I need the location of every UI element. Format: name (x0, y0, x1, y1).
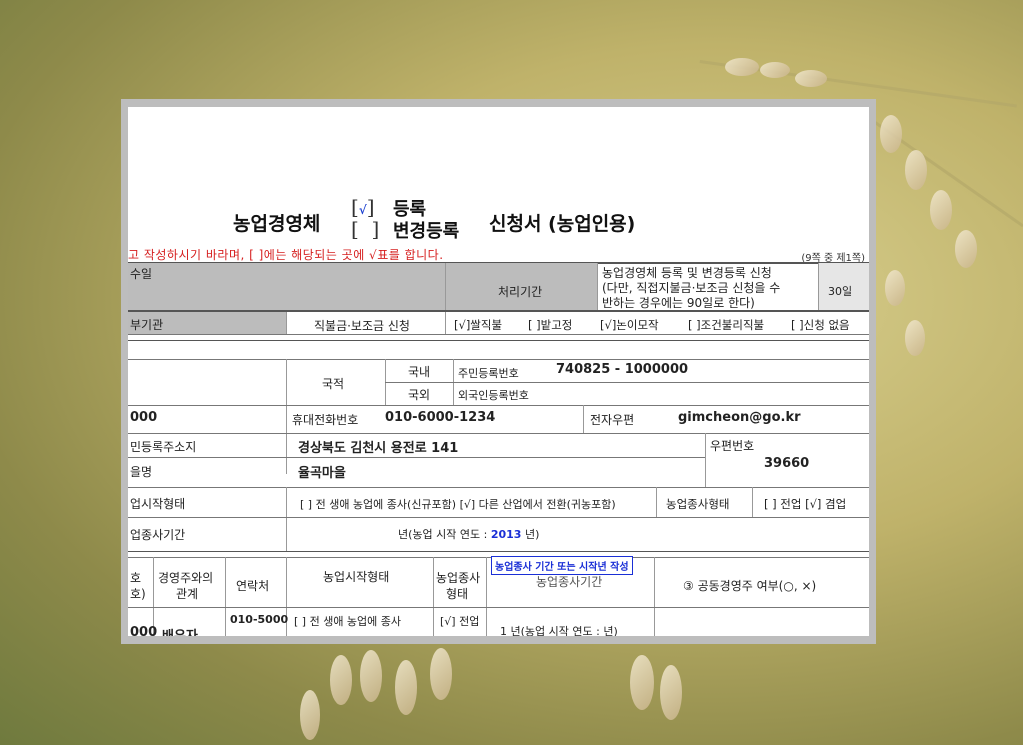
processing-days: 30일 (828, 285, 853, 298)
col-relation-2: 관계 (176, 587, 199, 601)
col-period: 농업종사기간 (536, 575, 603, 589)
col-no-2: 호) (130, 587, 146, 601)
col-start-type: 농업시작형태 (323, 570, 390, 584)
work-type-value[interactable]: [ ] 전업 [√] 겸업 (764, 496, 846, 512)
nationality-label: 국적 (322, 377, 345, 391)
option-none[interactable]: [ ]신청 없음 (791, 317, 850, 333)
option-conditional[interactable]: [ ]조건불리직불 (688, 317, 764, 333)
instruction-notice: 고 작성하시기 바라며, [ ]에는 해당되는 곳에 √표를 합니다. (128, 248, 444, 262)
form-title: 농업경영체 [√] 등록 [ ] 변경등록 신청서 (농업인용) (233, 195, 793, 247)
title-right: 신청서 (농업인용) (489, 213, 636, 235)
option-rice-direct[interactable]: [√]쌀직불 (454, 317, 502, 333)
row-period[interactable]: 1 년(농업 시작 연도 : 년) (500, 623, 618, 636)
domestic-label: 국내 (408, 365, 431, 379)
col-contact: 연락처 (236, 579, 270, 593)
period-label: 업종사기간 (130, 528, 186, 542)
row-start-type[interactable]: [ ] 전 생애 농업에 종사 (294, 613, 401, 629)
option-paddy-double[interactable]: [√]논이모작 (600, 317, 659, 333)
start-type-label: 업시작형태 (130, 497, 186, 511)
option-change: 변경등록 (393, 221, 460, 242)
postcode-label: 우편번호 (710, 439, 755, 453)
col-no-1: 호 (130, 571, 142, 585)
checkbox-change[interactable]: [ ] (351, 217, 379, 241)
postcode-value[interactable]: 39660 (764, 456, 809, 471)
address-value[interactable]: 경상북도 김천시 용전로 141 (298, 437, 458, 456)
village-value[interactable]: 율곡마을 (298, 462, 346, 481)
option-field-fixed[interactable]: [ ]밭고정 (528, 317, 572, 333)
row-work-type[interactable]: [√] 전업 (440, 613, 479, 629)
email-label: 전자우편 (590, 413, 635, 427)
address-label: 민등록주소지 (130, 440, 197, 454)
document-frame: 농업경영체 [√] 등록 [ ] 변경등록 신청서 (농업인용) 고 작성하시기… (121, 99, 876, 644)
resident-no-label: 주민등록번호 (458, 367, 519, 380)
mobile-value[interactable]: 010-6000-1234 (385, 410, 495, 425)
foreigner-no-label: 외국인등록번호 (458, 389, 529, 402)
checkbox-register[interactable]: [√] (351, 195, 375, 219)
col-work-type-2: 형태 (446, 587, 469, 601)
row-relation[interactable]: 배우자 (162, 625, 198, 636)
foreign-label: 국외 (408, 388, 431, 402)
subsidy-apply-label: 직불금·보조금 신청 (314, 319, 410, 333)
col-work-type-1: 농업종사 (436, 571, 481, 585)
col-co-owner: ③ 공동경영주 여부(○, ×) (683, 579, 817, 593)
work-type-label: 농업종사형태 (666, 497, 730, 511)
resident-no-value[interactable]: 740825 - 1000000 (556, 362, 688, 377)
email-value[interactable]: gimcheon@go.kr (678, 410, 801, 425)
annotation-note: 농업종사 기간 또는 시작년 작성 (491, 556, 633, 575)
processing-note-3: 반하는 경우에는 90일로 한다) (602, 296, 755, 310)
receipt-label: 수일 (130, 267, 153, 281)
row-contact[interactable]: 010-5000 (230, 613, 288, 626)
col-relation-1: 경영주와의 (158, 571, 214, 585)
phone-partial[interactable]: 000 (130, 410, 157, 425)
row-no[interactable]: 000 (130, 625, 157, 636)
processing-period-label: 처리기간 (498, 285, 543, 299)
mobile-label: 휴대전화번호 (292, 413, 359, 427)
subsidy-org-label: 부기관 (130, 318, 164, 332)
village-label: 을명 (130, 465, 153, 479)
start-type-value[interactable]: [ ] 전 생애 농업에 종사(신규포함) [√] 다른 산업에서 전환(귀농포… (300, 496, 616, 512)
title-left: 농업경영체 (233, 213, 321, 235)
application-form: 농업경영체 [√] 등록 [ ] 변경등록 신청서 (농업인용) 고 작성하시기… (128, 107, 869, 636)
period-value[interactable]: 년(농업 시작 연도 : 2013 년) (398, 526, 539, 542)
